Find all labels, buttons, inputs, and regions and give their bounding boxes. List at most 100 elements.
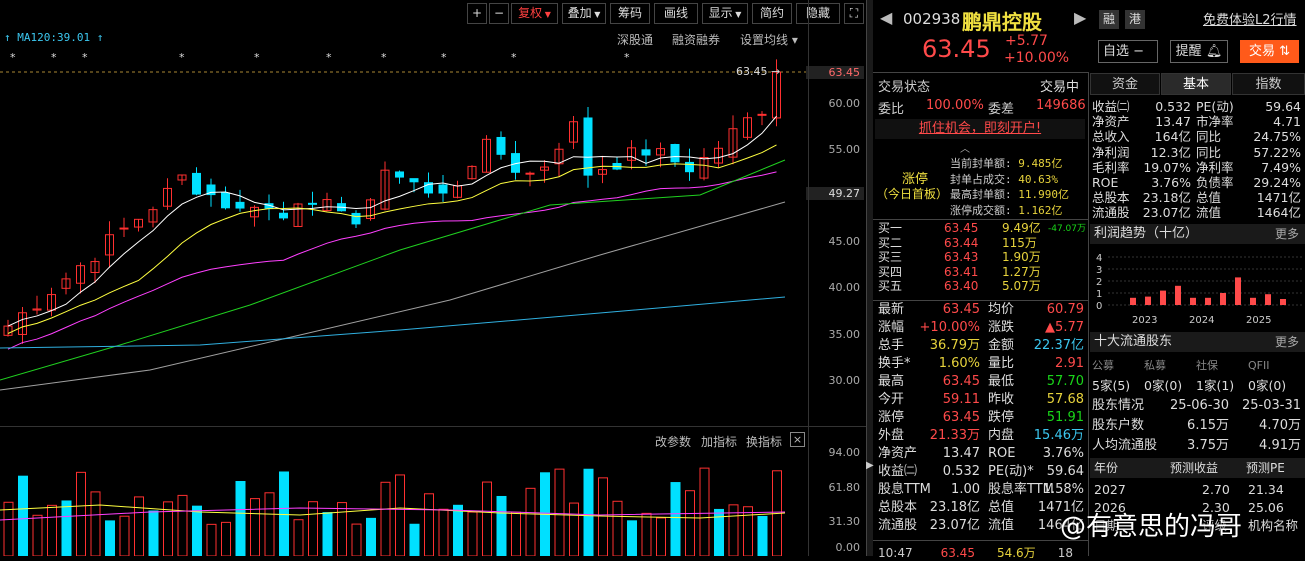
l2-promo-link[interactable]: 免费体验L2行情 bbox=[1203, 9, 1297, 28]
stat-value: 23.18亿 bbox=[929, 500, 980, 515]
stat-label: 总股本 bbox=[878, 500, 918, 515]
volume-bar bbox=[18, 475, 28, 556]
prev-stock-icon[interactable]: ◀ bbox=[880, 8, 892, 27]
volume-bar bbox=[337, 502, 347, 556]
open-account-link[interactable]: 抓住机会，即刻开户! bbox=[875, 119, 1085, 139]
yincang-button[interactable]: 隐藏 bbox=[796, 3, 840, 24]
holder-type-value: 5家(5) bbox=[1092, 378, 1131, 393]
ma5-line bbox=[7, 115, 777, 327]
price-change: +5.77 bbox=[1005, 33, 1048, 49]
tab-zijin[interactable]: 资金 bbox=[1090, 73, 1160, 95]
volume-bar bbox=[641, 512, 652, 556]
forecast-head: 预测PE bbox=[1246, 461, 1285, 475]
stat-label: 最高 bbox=[878, 374, 905, 389]
trend-year: 2023 bbox=[1132, 315, 1157, 326]
alert-button[interactable]: 提醒 🔔︎ bbox=[1170, 40, 1228, 63]
fund-label: 收益㈡ bbox=[1092, 99, 1130, 114]
stat-value: 1.00 bbox=[951, 482, 980, 497]
bid-volume: 1.90万 bbox=[1002, 250, 1041, 264]
watermark: @有意思的冯哥 bbox=[1060, 512, 1243, 542]
event-marker-icon: * bbox=[326, 51, 332, 64]
fund-label: PE(动) bbox=[1196, 99, 1234, 114]
stat-value: 15.46万 bbox=[1033, 428, 1084, 443]
volume-bar bbox=[134, 496, 144, 556]
candlestick-chart[interactable]: * * * * * * * * * * bbox=[0, 45, 866, 445]
candle-body bbox=[279, 212, 288, 219]
fund-value: 23.07亿 bbox=[1142, 205, 1191, 221]
candle-body bbox=[641, 149, 651, 156]
huaxian-button[interactable]: 画线 bbox=[654, 3, 698, 24]
bid-volume: 1.27万 bbox=[1002, 264, 1041, 279]
stat-value: 13.47 bbox=[942, 446, 980, 461]
xianshi-label: 显示 bbox=[708, 6, 733, 20]
holder-row-value: 6.15万 bbox=[1187, 418, 1229, 433]
bid-label: 买四 bbox=[878, 264, 903, 279]
price-axis-label: 55.00 bbox=[828, 143, 861, 156]
tab-jiben[interactable]: 基本 bbox=[1161, 73, 1231, 95]
forecast-cell: 21.34 bbox=[1248, 482, 1284, 497]
panel-splitter[interactable] bbox=[866, 0, 873, 556]
volume-bar bbox=[757, 515, 768, 556]
vol-axis-label: 94.00 bbox=[828, 446, 861, 459]
stat-label: 金额 bbox=[988, 338, 1015, 353]
huanzhibiao-link[interactable]: 换指标 bbox=[746, 433, 782, 450]
ma60-line bbox=[0, 201, 786, 391]
zoom-in-button[interactable]: + bbox=[467, 3, 487, 24]
stock-code: 002938 bbox=[903, 10, 961, 28]
trend-ytick: 2 bbox=[1096, 277, 1102, 288]
profit-more-link[interactable]: 更多 bbox=[1275, 224, 1299, 244]
trade-button[interactable]: 交易 ⇅ bbox=[1240, 40, 1299, 63]
stat-value: 60.79 bbox=[1046, 302, 1084, 317]
volume-bar bbox=[105, 520, 115, 556]
limit-label: 最高封单额: bbox=[950, 188, 1012, 201]
volume-bar bbox=[569, 502, 579, 556]
fund-label: 同比 bbox=[1196, 129, 1222, 145]
bid-volume: 5.07万 bbox=[1002, 279, 1041, 293]
fund-value: 1471亿 bbox=[1256, 190, 1301, 206]
vol-ma-line bbox=[0, 504, 786, 519]
fuquan-dropdown[interactable]: 复权 ▼ bbox=[511, 3, 558, 24]
forecast-cell: 2027 bbox=[1094, 482, 1126, 497]
holder-row-label: 股东情况 bbox=[1092, 398, 1145, 413]
close-icon[interactable]: × bbox=[790, 432, 805, 447]
tick-time: 10:47 bbox=[878, 546, 913, 560]
stat-label: 外盘 bbox=[878, 428, 905, 443]
fund-value: 24.75% bbox=[1253, 129, 1301, 145]
ma10-line bbox=[7, 144, 777, 334]
gaicanshu-link[interactable]: 改参数 bbox=[655, 433, 691, 450]
stat-value: 0.532 bbox=[942, 464, 980, 479]
jianyue-button[interactable]: 简约 bbox=[752, 3, 792, 24]
bid-volume: 9.49亿 bbox=[1002, 221, 1041, 235]
volume-bar bbox=[322, 512, 333, 556]
stock-name: 鹏鼎控股 bbox=[962, 10, 1042, 34]
volume-bar bbox=[496, 495, 507, 556]
price-axis-label: 35.00 bbox=[828, 328, 861, 341]
stat-value: 59.64 bbox=[1046, 464, 1084, 479]
axis-divider bbox=[808, 0, 809, 556]
jiazhibiao-link[interactable]: 加指标 bbox=[701, 433, 737, 450]
bid-label: 买二 bbox=[878, 235, 903, 250]
diejia-dropdown[interactable]: 叠加 ▼ bbox=[562, 3, 606, 24]
fund-value: 4.71 bbox=[1273, 114, 1301, 130]
xianshi-dropdown[interactable]: 显示 ▼ bbox=[702, 3, 748, 24]
fullscreen-icon[interactable]: ⛶ bbox=[844, 3, 864, 24]
next-stock-icon[interactable]: ▶ bbox=[1074, 8, 1086, 27]
holders-more-link[interactable]: 更多 bbox=[1275, 332, 1299, 352]
zoom-out-button[interactable]: − bbox=[489, 3, 509, 24]
tab-zhishu[interactable]: 指数 bbox=[1232, 73, 1305, 95]
watchlist-button[interactable]: 自选 − bbox=[1098, 40, 1158, 63]
candle-body bbox=[192, 172, 201, 195]
holder-row-value: 3.75万 bbox=[1187, 438, 1229, 453]
trend-ytick: 1 bbox=[1096, 289, 1102, 300]
trend-bar bbox=[1190, 297, 1196, 305]
expand-icon[interactable]: ︿ bbox=[960, 140, 970, 155]
collapse-arrow-icon[interactable]: ▶ bbox=[866, 460, 874, 471]
weicha-value: 149686 bbox=[1036, 98, 1086, 113]
chouma-button[interactable]: 筹码 bbox=[610, 3, 650, 24]
trend-bar bbox=[1160, 290, 1166, 305]
stat-value: 57.68 bbox=[1046, 392, 1084, 407]
trend-bar bbox=[1220, 293, 1226, 305]
event-marker-icon: * bbox=[10, 51, 16, 64]
stat-label: 今开 bbox=[878, 392, 905, 407]
fund-value: 7.49% bbox=[1261, 159, 1301, 175]
